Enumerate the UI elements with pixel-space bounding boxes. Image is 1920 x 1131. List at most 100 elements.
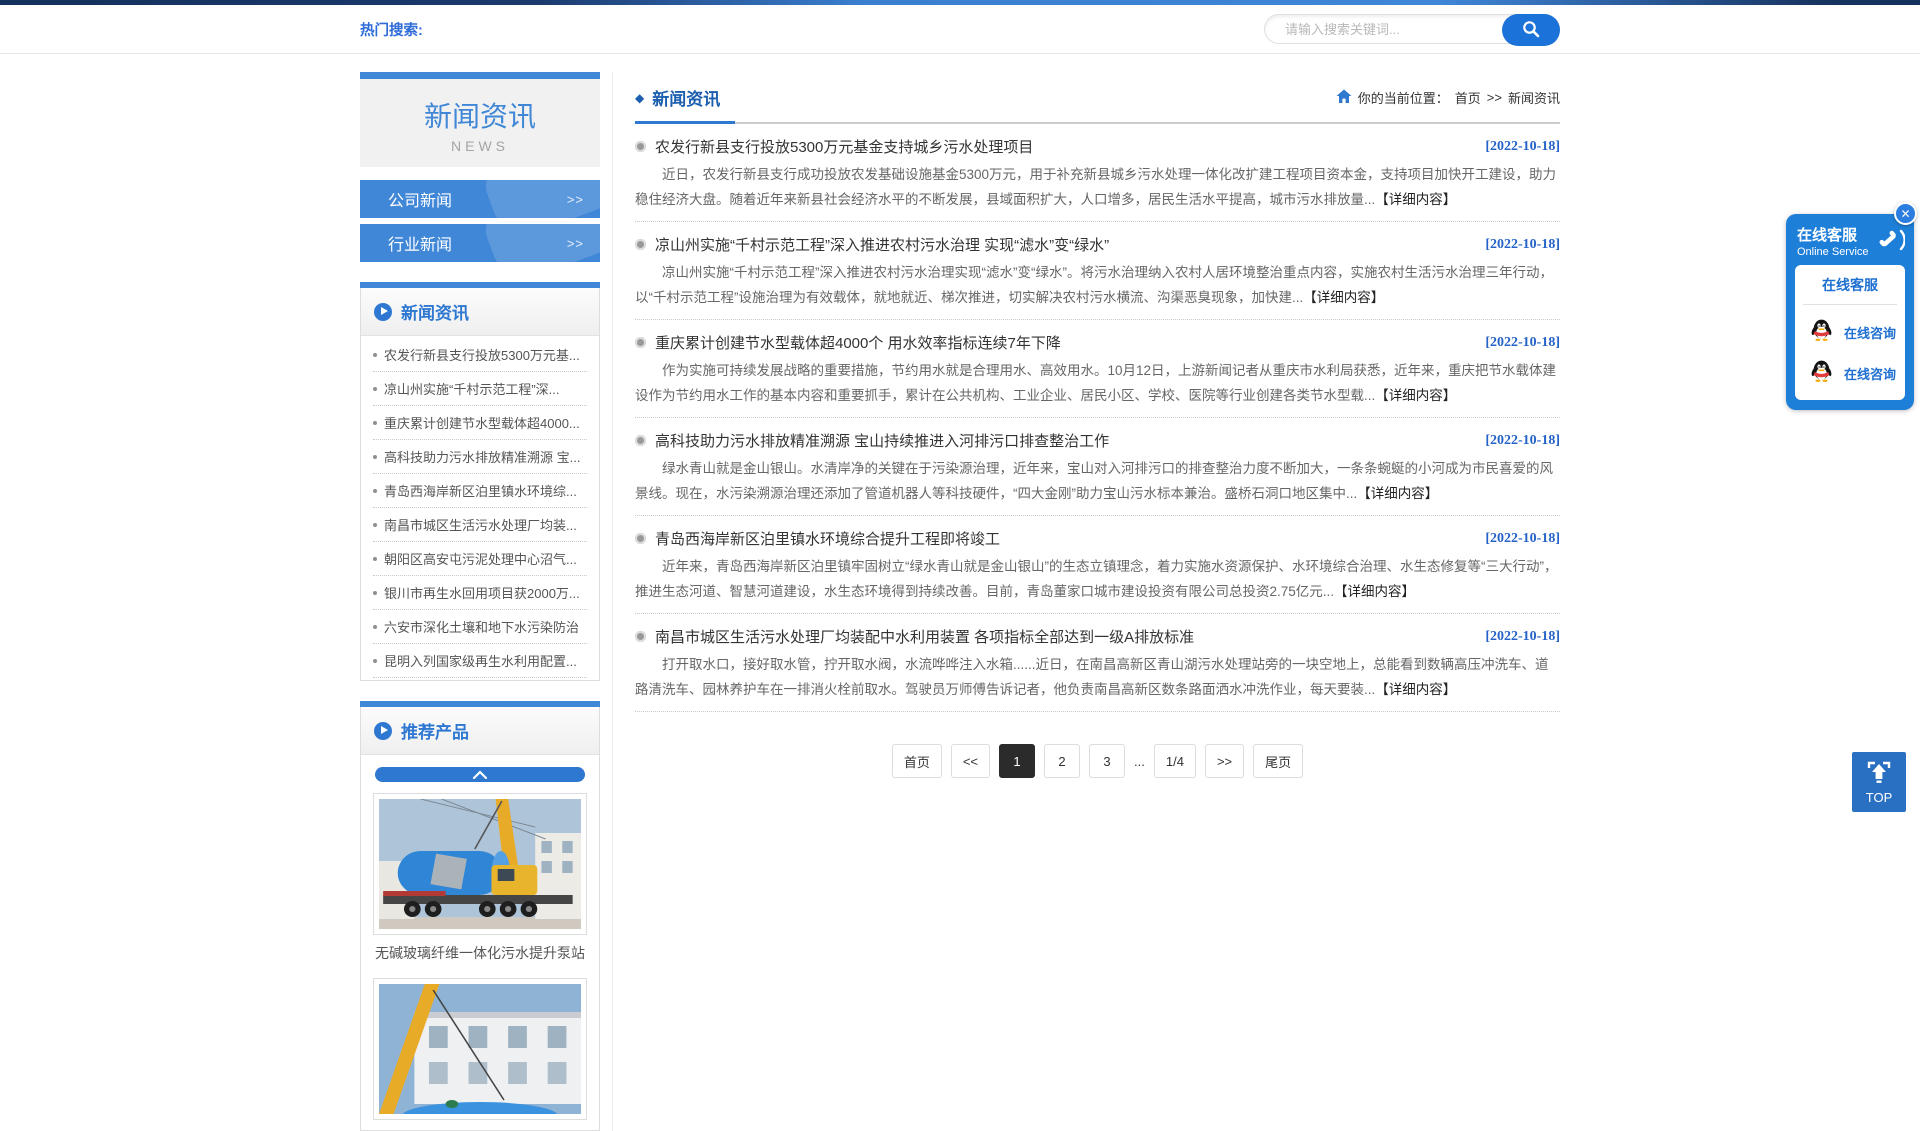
article-item: 重庆累计创建节水型载体超4000个 用水效率指标连续7年下降 [2022-10-1… <box>635 320 1560 418</box>
bullet-icon <box>373 353 377 357</box>
product-card[interactable] <box>373 978 587 1120</box>
diamond-icon: ◆ <box>635 91 644 105</box>
service-panel: 在线客服 在线咨询 在线咨询 <box>1795 265 1905 400</box>
article-list: 农发行新县支行投放5300万元基金支持城乡污水处理项目 [2022-10-18] 近… <box>635 124 1560 712</box>
service-panel-title: 在线客服 <box>1803 275 1897 305</box>
pagination-button->>[interactable]: >> <box>1205 744 1244 778</box>
sidebar-news-list: 农发行新县支行投放5300万元基...凉山州实施“千村示范工程”深... 重庆累计… <box>361 336 599 680</box>
article-item: 高科技助力污水排放精准溯源 宝山持续推进入河排污口排查整治工作 [2022-10-… <box>635 418 1560 516</box>
sidebar-item-industry-news[interactable]: 行业新闻 >> <box>360 224 600 262</box>
arrow-up-icon <box>1865 760 1893 787</box>
double-chevron-right-icon: >> <box>567 236 584 251</box>
article-date: [2022-10-18] <box>1485 335 1560 351</box>
sidebar-news-item[interactable]: 青岛西海岸新区泊里镇水环境综... <box>373 474 587 508</box>
sidebar-news-item[interactable]: 凉山州实施“千村示范工程”深... <box>373 372 587 406</box>
article-date: [2022-10-18] <box>1485 629 1560 645</box>
pagination-button-2[interactable]: 2 <box>1044 744 1080 778</box>
sidebar-news-item[interactable]: 六安市深化土壤和地下水污染防治 <box>373 610 587 644</box>
article-bullet-icon <box>635 141 646 152</box>
sidebar-news-item[interactable]: 朝阳区高安屯污泥处理中心沼气... <box>373 542 587 576</box>
sidebar-news-text: 高科技助力污水排放精准溯源 宝... <box>384 447 580 466</box>
sidebar-news-text: 银川市再生水回用项目获2000万... <box>384 583 580 602</box>
pagination-button-<<[interactable]: << <box>951 744 990 778</box>
pagination-button-尾页[interactable]: 尾页 <box>1253 744 1303 778</box>
products-panel-header: 推荐产品 <box>361 707 599 755</box>
pagination-button-首页[interactable]: 首页 <box>892 744 942 778</box>
article-title[interactable]: 重庆累计创建节水型载体超4000个 用水效率指标连续7年下降 <box>655 332 1476 353</box>
search-button[interactable] <box>1502 14 1560 46</box>
bullet-icon <box>373 591 377 595</box>
article-summary: 绿水青山就是金山银山。水清岸净的关键在于污染源治理，近年来，宝山对入河排污口的排… <box>635 456 1560 506</box>
article-title[interactable]: 青岛西海岸新区泊里镇水环境综合提升工程即将竣工 <box>655 528 1476 549</box>
sidebar-news-item[interactable]: 农发行新县支行投放5300万元基... <box>373 338 587 372</box>
service-row[interactable]: 在线咨询 <box>1803 318 1897 346</box>
article-title[interactable]: 农发行新县支行投放5300万元基金支持城乡污水处理项目 <box>655 136 1476 157</box>
news-panel-header: 新闻资讯 <box>361 288 599 336</box>
article-more-link[interactable]: 【详细内容】 <box>1357 486 1438 501</box>
service-header: 在线客服 Online Service <box>1795 222 1905 265</box>
main-content: ◆ 新闻资讯 你的当前位置： 首页 >> 新闻资讯 农发行新县支行投放5300万… <box>612 72 1560 1131</box>
article-item: 农发行新县支行投放5300万元基金支持城乡污水处理项目[2022-10-18]近… <box>635 124 1560 222</box>
pagination-button-1[interactable]: 1 <box>999 744 1035 778</box>
article-title[interactable]: 高科技助力污水排放精准溯源 宝山持续推进入河排污口排查整治工作 <box>655 430 1476 451</box>
back-to-top-button[interactable]: TOP <box>1852 752 1906 812</box>
sidebar-news-item[interactable]: 重庆累计创建节水型载体超4000... <box>373 406 587 440</box>
service-rows: 在线咨询 在线咨询 <box>1803 318 1897 387</box>
top-button-label: TOP <box>1866 790 1893 805</box>
sidebar-news-text: 重庆累计创建节水型载体超4000... <box>384 413 580 432</box>
article-date: [2022-10-18] <box>1485 531 1560 547</box>
pagination: 首页<<123...1/4>>尾页 <box>635 744 1560 778</box>
article-summary: 打开取水口，接好取水管，拧开取水阀，水流哗哗注入水箱......近日，在南昌高新… <box>635 652 1560 702</box>
sidebar-news-item[interactable]: 南昌市城区生活污水处理厂均装... <box>373 508 587 542</box>
section-title-text: 新闻资讯 <box>652 85 720 110</box>
category-label: 公司新闻 <box>388 187 452 211</box>
magnifier-icon <box>1521 19 1541 42</box>
pagination-button-3[interactable]: 3 <box>1089 744 1125 778</box>
play-icon <box>374 303 392 321</box>
sidebar-news-item[interactable]: 银川市再生水回用项目获2000万... <box>373 576 587 610</box>
topbar: 热门搜索: <box>0 5 1920 54</box>
sidebar-news-text: 六安市深化土壤和地下水污染防治 <box>384 617 579 636</box>
double-chevron-right-icon: >> <box>567 192 584 207</box>
article-more-link[interactable]: 【详细内容】 <box>1375 682 1456 697</box>
phone-icon <box>1875 225 1905 260</box>
article-bullet-icon <box>635 631 646 642</box>
qq-icon <box>1811 318 1832 346</box>
article-summary: 近年来，青岛西海岸新区泊里镇牢固树立“绿水青山就是金山银山”的生态立镇理念，着力… <box>635 554 1560 604</box>
article-date: [2022-10-18] <box>1485 433 1560 449</box>
breadcrumb-home-link[interactable]: 首页 <box>1455 88 1481 107</box>
sidebar-accent-bar <box>360 72 600 79</box>
product-image <box>373 793 587 935</box>
article-date: [2022-10-18] <box>1485 237 1560 253</box>
news-panel-title: 新闻资讯 <box>401 299 469 324</box>
service-row[interactable]: 在线咨询 <box>1803 359 1897 387</box>
sidebar: 新闻资讯 NEWS 公司新闻 >> 行业新闻 >> 新闻资讯 农发行新县支行投放… <box>360 72 600 1131</box>
service-consult-link: 在线咨询 <box>1844 323 1896 342</box>
main-header: ◆ 新闻资讯 你的当前位置： 首页 >> 新闻资讯 <box>635 72 1560 124</box>
section-title: ◆ 新闻资讯 <box>635 85 720 110</box>
pagination-button-1/4[interactable]: 1/4 <box>1154 744 1196 778</box>
product-card[interactable]: 无碱玻璃纤维一体化污水提升泵站 <box>373 793 587 968</box>
products-scroll-up-button[interactable] <box>375 767 585 782</box>
sidebar-news-item[interactable]: 昆明入列国家级再生水利用配置... <box>373 644 587 678</box>
article-more-link[interactable]: 【详细内容】 <box>1334 584 1415 599</box>
chevron-up-icon <box>472 766 488 784</box>
sidebar-subtitle: NEWS <box>360 138 600 154</box>
hot-search-label: 热门搜索: <box>360 19 423 40</box>
breadcrumb-separator: >> <box>1487 90 1502 105</box>
sidebar-news-text: 南昌市城区生活污水处理厂均装... <box>384 515 577 534</box>
sidebar-news-item[interactable]: 高科技助力污水排放精准溯源 宝... <box>373 440 587 474</box>
article-more-link[interactable]: 【详细内容】 <box>1303 290 1384 305</box>
bullet-icon <box>373 489 377 493</box>
article-item: 青岛西海岸新区泊里镇水环境综合提升工程即将竣工 [2022-10-18] 近年来，青… <box>635 516 1560 614</box>
breadcrumb-current: 新闻资讯 <box>1508 88 1560 107</box>
article-title[interactable]: 南昌市城区生活污水处理厂均装配中水利用装置 各项指标全部达到一级A排放标准 <box>655 626 1476 647</box>
search-box <box>1264 14 1560 44</box>
bullet-icon <box>373 455 377 459</box>
sidebar-item-company-news[interactable]: 公司新闻 >> <box>360 180 600 218</box>
article-summary: 近日，农发行新县支行成功投放农发基础设施基金5300万元，用于补充新县城乡污水处… <box>635 162 1560 212</box>
article-more-link[interactable]: 【详细内容】 <box>1375 388 1456 403</box>
sidebar-news-panel: 新闻资讯 农发行新县支行投放5300万元基...凉山州实施“千村示范工程”深..… <box>360 282 600 681</box>
article-title[interactable]: 凉山州实施“千村示范工程”深入推进农村污水治理 实现“滤水”变“绿水” <box>655 234 1476 255</box>
article-more-link[interactable]: 【详细内容】 <box>1375 192 1456 207</box>
